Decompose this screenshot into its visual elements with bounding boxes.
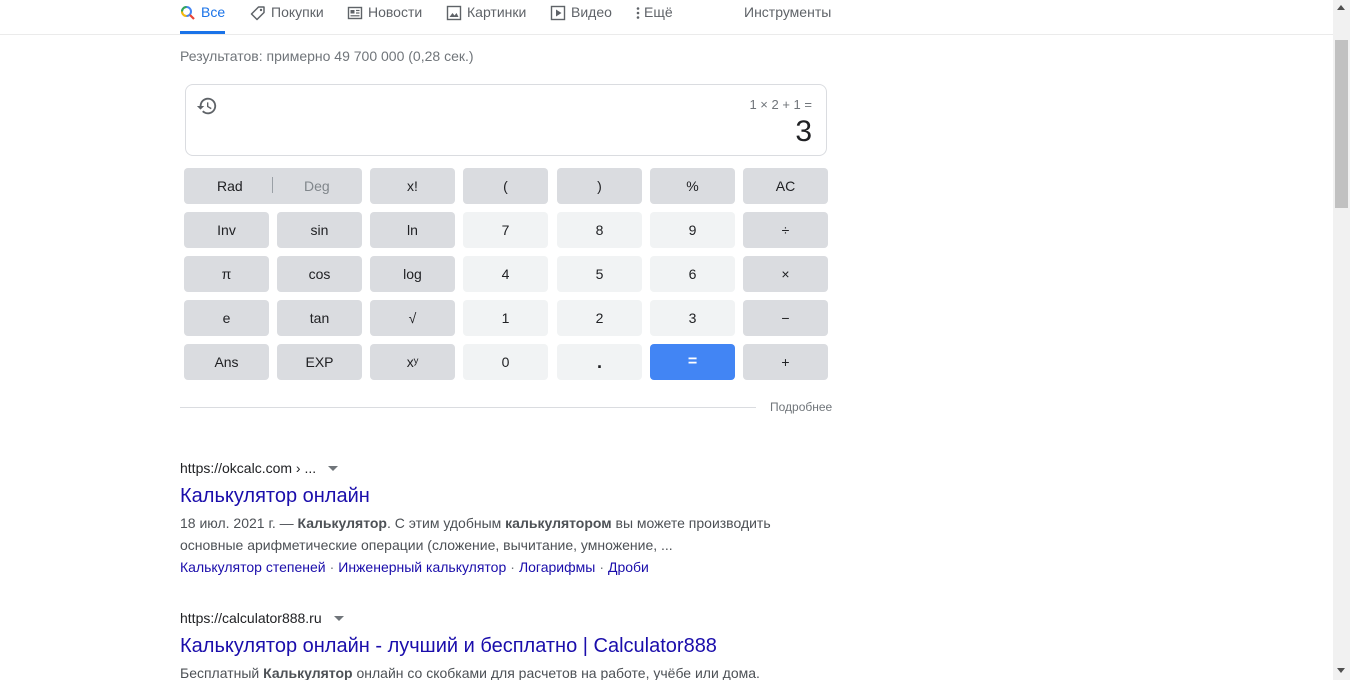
sitelink-separator: · xyxy=(599,559,604,575)
sitelink[interactable]: Инженерный калькулятор xyxy=(338,559,506,575)
result-title-link[interactable]: Калькулятор онлайн xyxy=(180,485,370,508)
digit-6-key[interactable]: 6 xyxy=(650,256,735,292)
pi-key[interactable]: π xyxy=(184,256,269,292)
snippet-text: Бесплатный xyxy=(180,665,264,680)
minus-key[interactable]: − xyxy=(743,300,828,336)
tag-icon xyxy=(250,5,266,21)
cos-key[interactable]: cos xyxy=(277,256,362,292)
result-url-text: https://okcalc.com › ... xyxy=(180,460,317,476)
search-icon xyxy=(180,5,196,21)
sitelink[interactable]: Логарифмы xyxy=(519,559,595,575)
snippet-bold: Калькулятор xyxy=(297,515,387,531)
inverse-key[interactable]: Inv xyxy=(184,212,269,248)
calculator-divider xyxy=(180,407,756,408)
e-key[interactable]: e xyxy=(184,300,269,336)
sitelink-separator: · xyxy=(510,559,515,575)
sitelink[interactable]: Дроби xyxy=(608,559,649,575)
tab-label: Ещё xyxy=(644,4,673,20)
tab-all[interactable]: Все xyxy=(180,0,226,34)
image-icon xyxy=(446,5,462,21)
digit-1-key[interactable]: 1 xyxy=(463,300,548,336)
snippet-text: основные арифметические операции (сложен… xyxy=(180,537,673,553)
left-paren-key[interactable]: ( xyxy=(463,168,548,204)
deg-option[interactable]: Deg xyxy=(304,178,330,194)
rad-option[interactable]: Rad xyxy=(217,178,243,194)
scroll-down-arrow-icon[interactable] xyxy=(1337,668,1345,673)
ans-key[interactable]: Ans xyxy=(184,344,269,380)
scroll-up-arrow-icon[interactable] xyxy=(1337,5,1345,10)
digit-5-key[interactable]: 5 xyxy=(557,256,642,292)
tab-more[interactable]: Ещё xyxy=(634,0,673,34)
calculator-display: 1 × 2 + 1 = 3 xyxy=(185,84,827,156)
exp-key[interactable]: EXP xyxy=(277,344,362,380)
calculator-result: 3 xyxy=(795,115,812,148)
snippet-text: . С этим удобным xyxy=(386,515,506,531)
digit-2-key[interactable]: 2 xyxy=(557,300,642,336)
decimal-point-key[interactable]: . xyxy=(557,344,642,380)
result-url: https://okcalc.com › ... xyxy=(180,460,339,476)
rad-deg-separator xyxy=(272,177,273,193)
video-icon xyxy=(550,5,566,21)
url-menu-caret-icon[interactable] xyxy=(333,615,344,621)
digit-9-key[interactable]: 9 xyxy=(650,212,735,248)
scrollbar-thumb[interactable] xyxy=(1335,40,1348,208)
snippet-date: 18 июл. 2021 г. — xyxy=(180,515,298,531)
tab-news[interactable]: Новости xyxy=(347,0,422,34)
result-snippet: 18 июл. 2021 г. — Калькулятор. С этим уд… xyxy=(180,512,780,556)
equals-key[interactable]: = xyxy=(650,344,735,380)
snippet-bold: калькулятором xyxy=(505,515,612,531)
all-clear-key[interactable]: AC xyxy=(743,168,828,204)
more-vert-icon xyxy=(634,5,642,21)
digit-8-key[interactable]: 8 xyxy=(557,212,642,248)
digit-4-key[interactable]: 4 xyxy=(463,256,548,292)
page-scrollbar[interactable] xyxy=(1333,0,1350,680)
percent-key[interactable]: % xyxy=(650,168,735,204)
right-paren-key[interactable]: ) xyxy=(557,168,642,204)
tools-button[interactable]: Инструменты xyxy=(744,4,831,20)
result-sitelinks: Калькулятор степеней · Инженерный калькуля… xyxy=(180,559,649,575)
sitelink-separator: · xyxy=(329,559,335,575)
url-menu-caret-icon[interactable] xyxy=(328,465,339,471)
divide-key[interactable]: ÷ xyxy=(743,212,828,248)
sqrt-key[interactable]: √ xyxy=(370,300,455,336)
sin-key[interactable]: sin xyxy=(277,212,362,248)
more-info-link[interactable]: Подробнее xyxy=(770,400,832,414)
snippet-text: онлайн со скобками для расчетов на работ… xyxy=(352,665,760,680)
tab-label: Картинки xyxy=(467,4,527,20)
power-key[interactable]: xʸ xyxy=(370,344,455,380)
factorial-key[interactable]: x! xyxy=(370,168,455,204)
digit-3-key[interactable]: 3 xyxy=(650,300,735,336)
digit-0-key[interactable]: 0 xyxy=(463,344,548,380)
snippet-bold: Калькулятор xyxy=(263,665,353,680)
multiply-key[interactable]: × xyxy=(743,256,828,292)
tab-label: Новости xyxy=(368,4,423,20)
log-key[interactable]: log xyxy=(370,256,455,292)
search-tabs: Все Покупки Новости Картинки Видео Ещё И… xyxy=(0,0,1333,35)
result-url-text: https://calculator888.ru xyxy=(180,610,322,626)
tab-label: Все xyxy=(201,4,226,20)
tab-images[interactable]: Картинки xyxy=(446,0,526,34)
snippet-text: вы можете производить xyxy=(611,515,771,531)
tab-video[interactable]: Видео xyxy=(550,0,612,34)
tab-shopping[interactable]: Покупки xyxy=(250,0,324,34)
tab-label: Покупки xyxy=(271,4,324,20)
tab-label: Видео xyxy=(571,4,612,20)
rad-deg-toggle[interactable]: Rad Deg xyxy=(184,168,362,204)
plus-key[interactable]: + xyxy=(743,344,828,380)
result-snippet: Бесплатный Калькулятор онлайн со скобкам… xyxy=(180,662,780,680)
result-title-link[interactable]: Калькулятор онлайн - лучший и бесплатно … xyxy=(180,635,717,658)
digit-7-key[interactable]: 7 xyxy=(463,212,548,248)
result-stats: Результатов: примерно 49 700 000 (0,28 с… xyxy=(180,48,474,64)
history-icon[interactable] xyxy=(196,95,218,117)
ln-key[interactable]: ln xyxy=(370,212,455,248)
tan-key[interactable]: tan xyxy=(277,300,362,336)
calculator-expression: 1 × 2 + 1 = xyxy=(749,97,812,112)
sitelink[interactable]: Калькулятор степеней xyxy=(180,559,326,575)
result-url: https://calculator888.ru xyxy=(180,610,344,626)
news-icon xyxy=(347,5,363,21)
